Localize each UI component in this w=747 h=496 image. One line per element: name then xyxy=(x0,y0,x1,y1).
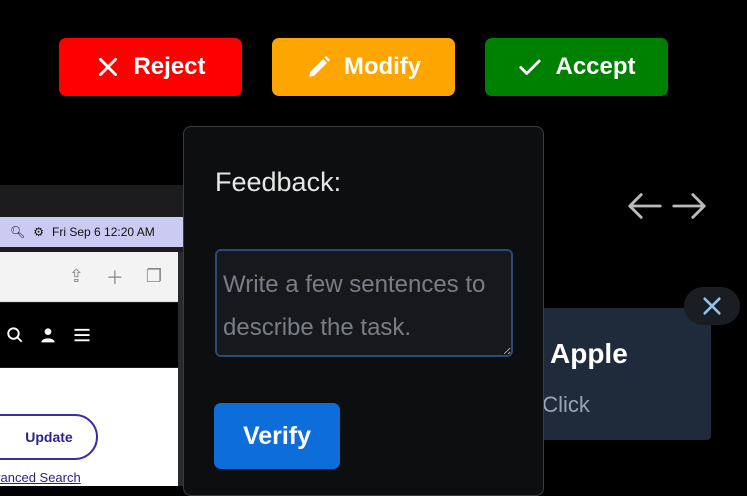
menu-icon xyxy=(74,328,90,342)
verify-button[interactable]: Verify xyxy=(214,403,340,469)
feedback-textarea[interactable] xyxy=(215,249,513,357)
pencil-icon xyxy=(309,55,330,77)
feedback-popover: Feedback: Verify xyxy=(183,126,544,496)
card-title: Apple xyxy=(550,338,628,369)
control-center-icon: ⚙︎ xyxy=(33,225,44,239)
arrow-left-icon[interactable] xyxy=(626,190,664,222)
search-icon: 🔍︎ xyxy=(10,225,26,239)
user-icon xyxy=(41,328,55,343)
result-card: Apple t Click xyxy=(520,308,711,440)
reject-label: Reject xyxy=(133,53,206,80)
site-header xyxy=(0,303,178,367)
close-icon xyxy=(99,58,118,76)
accept-label: Accept xyxy=(555,53,636,80)
mac-menubar: 🔍︎ ⚙︎ Fri Sep 6 12:20 AM xyxy=(0,217,192,247)
accept-button[interactable]: Accept xyxy=(485,38,668,96)
arrow-right-icon[interactable] xyxy=(670,190,708,222)
modify-label: Modify xyxy=(343,53,422,80)
share-icon: ⇪ xyxy=(68,266,84,286)
feedback-label: Feedback: xyxy=(215,167,342,197)
close-button[interactable] xyxy=(684,287,740,325)
advanced-search-link: vanced Search xyxy=(0,470,81,485)
update-button: Update xyxy=(0,414,98,460)
page-content: Update vanced Search xyxy=(0,368,178,486)
tabs-icon: ❐ xyxy=(145,266,162,286)
browser-toolbar: ⇪ ＋ ❐ xyxy=(0,252,178,302)
search-icon xyxy=(7,327,23,343)
reject-button[interactable]: Reject xyxy=(59,38,242,96)
modify-button[interactable]: Modify xyxy=(272,38,455,96)
close-icon xyxy=(703,297,721,315)
menubar-datetime: Fri Sep 6 12:20 AM xyxy=(52,225,155,239)
plus-icon: ＋ xyxy=(105,267,124,288)
check-icon xyxy=(519,59,542,75)
nav-arrows xyxy=(626,190,708,222)
background-screenshot: 🔍︎ ⚙︎ Fri Sep 6 12:20 AM ⇪ ＋ ❐ Update va… xyxy=(0,185,192,486)
